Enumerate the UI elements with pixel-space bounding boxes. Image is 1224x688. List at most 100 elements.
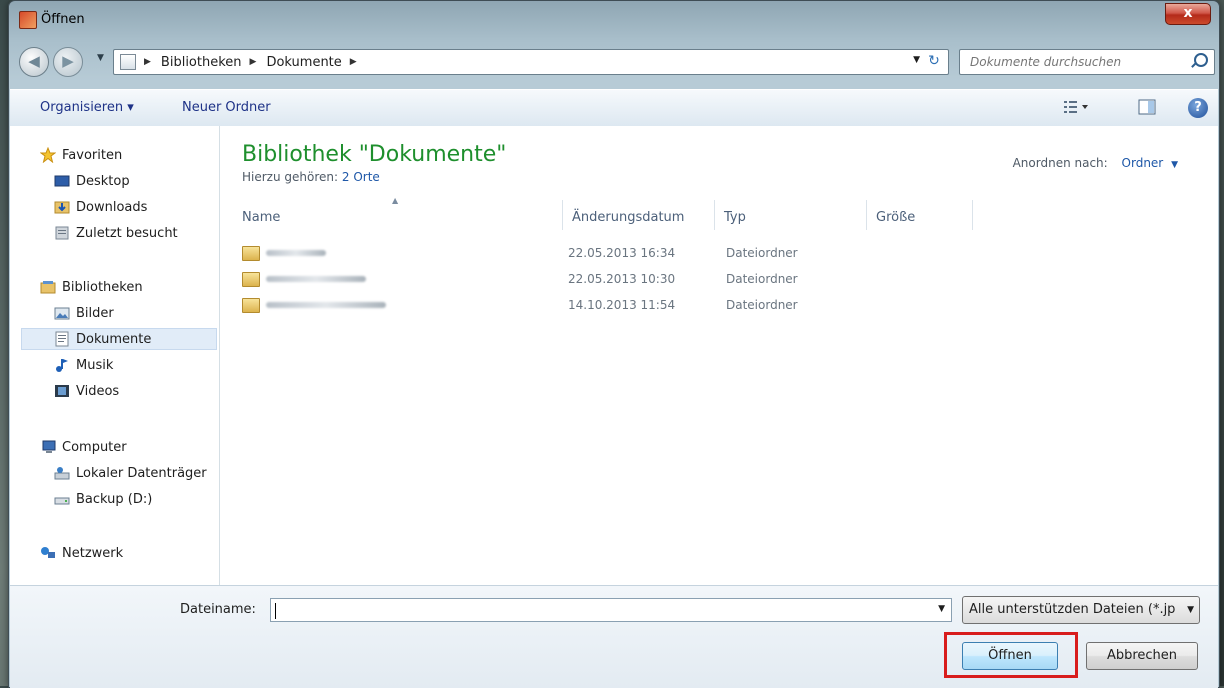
help-icon[interactable]: ? <box>1188 98 1208 118</box>
chevron-down-icon[interactable]: ▼ <box>1171 160 1178 170</box>
filename-field[interactable]: ▼ <box>270 598 952 622</box>
network-icon <box>41 547 55 558</box>
row-type: Dateiordner <box>726 246 798 260</box>
sidebar-item-desktop[interactable]: Desktop <box>54 170 130 192</box>
breadcrumb-libraries[interactable]: Bibliotheken <box>161 55 242 70</box>
locations-link[interactable]: 2 Orte <box>342 170 380 184</box>
library-locations: Hierzu gehören: 2 Orte <box>242 170 380 184</box>
sidebar-item-label: Bilder <box>76 305 114 321</box>
chevron-right-icon[interactable]: ▶ <box>250 57 257 67</box>
dialog-footer: Dateiname: ▼ Alle unterstützden Dateien … <box>10 585 1218 688</box>
sort-ascending-icon: ▲ <box>392 196 399 205</box>
column-divider[interactable] <box>562 200 563 230</box>
command-bar: Organisieren ▾ Neuer Ordner ? <box>10 89 1218 127</box>
forward-button[interactable]: ▶ <box>53 47 83 77</box>
back-button[interactable]: ◀ <box>19 47 49 77</box>
table-row[interactable]: 22.05.2013 16:34 Dateiordner <box>242 242 802 268</box>
view-options-icon[interactable] <box>1062 98 1088 116</box>
title-bar: Öffnen x <box>9 1 1219 39</box>
locations-prefix: Hierzu gehören: <box>242 170 339 184</box>
content-area: Favoriten Desktop Downloads Zuletzt besu… <box>10 126 1218 585</box>
chevron-right-icon[interactable]: ▶ <box>350 57 357 67</box>
sidebar-item-pictures[interactable]: Bilder <box>54 302 114 324</box>
blurred-folder-name <box>266 276 366 282</box>
row-date: 22.05.2013 16:34 <box>568 246 676 260</box>
table-row[interactable]: 22.05.2013 10:30 Dateiordner <box>242 268 802 294</box>
desktop-icon <box>54 175 70 187</box>
sidebar-item-backup-drive[interactable]: Backup (D:) <box>54 488 152 510</box>
sidebar-item-label: Computer <box>62 439 127 455</box>
sidebar-item-music[interactable]: Musik <box>54 354 113 376</box>
sidebar-item-label: Downloads <box>76 199 148 215</box>
refresh-icon[interactable]: ↻ <box>924 52 944 70</box>
computer-icon <box>42 440 56 453</box>
address-dropdown-icon[interactable]: ▼ <box>913 55 920 65</box>
filename-label: Dateiname: <box>180 602 256 617</box>
row-date: 22.05.2013 10:30 <box>568 272 676 286</box>
column-header-size[interactable]: Größe <box>876 210 915 225</box>
sidebar-item-computer[interactable]: Computer <box>40 436 127 458</box>
close-button[interactable]: x <box>1165 3 1211 25</box>
window-title: Öffnen <box>41 12 85 27</box>
sidebar-item-favorites[interactable]: Favoriten <box>40 144 122 166</box>
sidebar-item-label: Videos <box>76 383 120 399</box>
open-button[interactable]: Öffnen <box>962 642 1058 670</box>
column-header-type[interactable]: Typ <box>724 210 746 225</box>
preview-pane-glyph <box>1138 99 1156 115</box>
sidebar-item-network[interactable]: Netzwerk <box>40 542 123 564</box>
address-bar[interactable]: ▶ Bibliotheken ▶ Dokumente ▶ ▼ ↻ <box>113 49 949 75</box>
column-divider[interactable] <box>972 200 973 230</box>
music-icon <box>56 359 68 372</box>
column-header-modified[interactable]: Änderungsdatum <box>572 210 684 225</box>
local-disk-icon <box>54 467 70 480</box>
preview-pane-icon[interactable] <box>1138 98 1158 116</box>
star-icon <box>40 147 56 163</box>
folder-icon <box>242 298 260 313</box>
chevron-right-icon[interactable]: ▶ <box>144 57 151 67</box>
search-input[interactable] <box>968 51 1172 73</box>
view-list-icon <box>1064 101 1088 113</box>
sidebar-item-label: Lokaler Datenträger <box>76 465 207 481</box>
recent-places-icon <box>55 226 69 240</box>
libraries-icon <box>40 281 56 294</box>
organize-button[interactable]: Organisieren ▾ <box>40 100 134 115</box>
column-divider[interactable] <box>866 200 867 230</box>
sidebar-item-downloads[interactable]: Downloads <box>54 196 147 218</box>
row-date: 14.10.2013 11:54 <box>568 298 676 312</box>
open-dialog: Öffnen x ◀ ▶ ▼ ▶ Bibliotheken ▶ Dokument… <box>8 0 1220 688</box>
file-type-select[interactable]: Alle unterstützden Dateien (*.jp ▼ <box>962 596 1200 624</box>
sidebar-item-label: Dokumente <box>76 331 152 347</box>
breadcrumb-documents[interactable]: Dokumente <box>266 55 341 70</box>
recent-pages-dropdown-icon[interactable]: ▼ <box>97 53 104 63</box>
sidebar-item-label: Musik <box>76 357 114 373</box>
table-row[interactable]: 14.10.2013 11:54 Dateiordner <box>242 294 802 320</box>
search-box[interactable] <box>959 49 1215 75</box>
folder-icon <box>242 246 260 261</box>
row-type: Dateiordner <box>726 298 798 312</box>
sidebar-item-label: Bibliotheken <box>62 279 143 295</box>
search-icon[interactable] <box>1194 53 1208 67</box>
sidebar-item-videos[interactable]: Videos <box>54 380 119 402</box>
sidebar-item-documents[interactable]: Dokumente <box>21 328 217 350</box>
new-folder-button[interactable]: Neuer Ordner <box>182 100 271 115</box>
arrange-value-dropdown[interactable]: Ordner <box>1122 156 1164 170</box>
sidebar-item-recent[interactable]: Zuletzt besucht <box>54 222 178 244</box>
library-title: Bibliothek "Dokumente" <box>242 142 507 167</box>
drive-icon <box>54 497 70 505</box>
app-icon <box>19 11 37 29</box>
column-header-name[interactable]: Name <box>242 210 280 225</box>
sidebar-item-local-disk[interactable]: Lokaler Datenträger <box>54 462 207 484</box>
cancel-button[interactable]: Abbrechen <box>1086 642 1198 670</box>
column-divider[interactable] <box>714 200 715 230</box>
sidebar-item-libraries[interactable]: Bibliotheken <box>40 276 143 298</box>
chevron-down-icon[interactable]: ▼ <box>1187 597 1194 623</box>
sidebar-item-label: Zuletzt besucht <box>76 225 178 241</box>
blurred-folder-name <box>266 250 326 256</box>
row-type: Dateiordner <box>726 272 798 286</box>
sidebar-item-label: Desktop <box>76 173 130 189</box>
folder-icon <box>242 272 260 287</box>
filename-history-dropdown-icon[interactable]: ▼ <box>938 604 945 614</box>
file-list-pane: Bibliothek "Dokumente" Hierzu gehören: 2… <box>220 126 1218 585</box>
navigation-bar: ◀ ▶ ▼ ▶ Bibliotheken ▶ Dokumente ▶ ▼ ↻ <box>9 41 1219 79</box>
library-icon <box>120 54 136 70</box>
